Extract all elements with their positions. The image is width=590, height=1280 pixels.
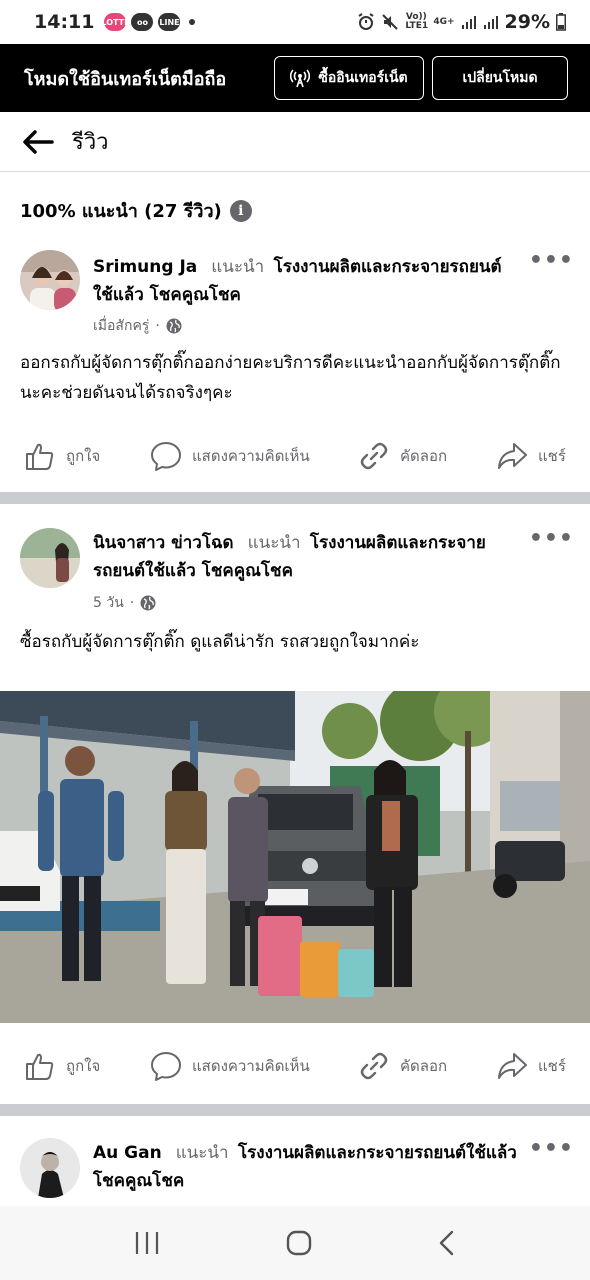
page-header: รีวิว (0, 112, 590, 172)
speech-bubble-icon (151, 1052, 181, 1081)
network-type-indicator: 4G+ (433, 16, 455, 27)
more-options-button[interactable]: ••• (529, 248, 574, 273)
globe-icon (140, 595, 156, 611)
meta-separator: · (155, 318, 160, 334)
battery-icon (556, 13, 566, 31)
author-name[interactable]: Au Gan (93, 1143, 162, 1163)
recommends-label: แนะนำ (211, 257, 265, 277)
share-button[interactable]: แชร์ (496, 440, 566, 472)
voicemail-icon: oo (131, 13, 154, 31)
switch-mode-button[interactable]: เปลี่ยนโหมด (432, 56, 568, 100)
line-app-icon: LINE (158, 13, 181, 31)
buy-internet-label: ซื้ออินเทอร์เน็ต (318, 69, 408, 85)
post-separator (0, 1104, 590, 1116)
more-notifications-dot (189, 19, 196, 25)
page-title: รีวิว (72, 130, 109, 155)
broadcast-icon (290, 69, 311, 88)
system-status: Vo)) LTE1 4G+ 29% (357, 11, 566, 33)
like-button[interactable]: ถูกใจ (24, 440, 100, 472)
chevron-left-icon[interactable] (436, 1229, 458, 1257)
meta-separator: · (129, 595, 135, 611)
more-options-button[interactable]: ••• (529, 1136, 574, 1161)
home-icon[interactable] (285, 1229, 313, 1257)
battery-percent: 29% (504, 11, 550, 33)
avatar[interactable] (20, 1138, 80, 1198)
volte-indicator: Vo)) LTE1 (405, 12, 429, 31)
post-header: นินจาสาว ข่าวโฉด แนะนำ โรงงานผลิตและกระจา… (93, 529, 520, 585)
mute-icon (382, 14, 399, 30)
author-name[interactable]: นินจาสาว ข่าวโฉด (93, 533, 234, 553)
post-header: Srimung Ja แนะนำ โรงงานผลิตและกระจายรถยนต… (93, 253, 520, 309)
recommends-label: แนะนำ (247, 533, 301, 553)
avatar-photo (20, 250, 80, 310)
post-time[interactable]: 5 วัน (93, 592, 124, 614)
share-button[interactable]: แชร์ (496, 1050, 566, 1082)
copy-label: คัดลอก (400, 447, 448, 465)
post-actions: ถูกใจ แสดงความคิดเห็น คัดลอก แชร์ (0, 1041, 590, 1091)
avatar-photo (20, 1138, 80, 1198)
post-header: Au Gan แนะนำ โรงงานผลิตและกระจายรถยนต์ใช้… (93, 1139, 520, 1195)
speech-bubble-icon (151, 442, 181, 471)
status-time: 14:11 (34, 11, 95, 33)
post-text: ออกรถกับผู้จัดการตุ๊กติ๊กออกง่ายคะบริการ… (20, 353, 561, 403)
comment-button[interactable]: แสดงความคิดเห็น (150, 1050, 310, 1082)
like-button[interactable]: ถูกใจ (24, 1050, 100, 1082)
comment-button[interactable]: แสดงความคิดเห็น (150, 440, 310, 472)
globe-icon (166, 318, 182, 334)
share-label: แชร์ (538, 447, 566, 465)
review-post: Srimung Ja แนะนำ โรงงานผลิตและกระจายรถยนต… (0, 240, 590, 492)
copy-link-button[interactable]: คัดลอก (358, 440, 447, 472)
like-label: ถูกใจ (66, 1057, 101, 1075)
recommends-label: แนะนำ (175, 1143, 229, 1163)
copy-link-button[interactable]: คัดลอก (358, 1050, 447, 1082)
share-arrow-icon (498, 1053, 527, 1079)
buy-internet-button[interactable]: ซื้ออินเทอร์เน็ต (274, 56, 424, 100)
avatar[interactable] (20, 528, 80, 588)
more-options-button[interactable]: ••• (529, 526, 574, 551)
link-icon (360, 1052, 388, 1080)
post-separator (0, 492, 590, 504)
mobile-data-banner: โหมดใช้อินเทอร์เน็ตมือถือ ซื้ออินเทอร์เน… (0, 44, 590, 112)
signal-icon (461, 16, 476, 29)
comment-label: แสดงความคิดเห็น (192, 1057, 310, 1075)
info-icon[interactable]: i (229, 199, 252, 222)
arrow-left-icon (23, 129, 54, 154)
signal-icon-2 (483, 16, 498, 29)
status-bar: 14:11 LOTTE oo LINE Vo)) LTE1 4G+ 29% (0, 0, 590, 44)
thumbs-up-icon (26, 443, 54, 470)
recommendation-summary: 100% แนะนำ (27 รีวิว) i (20, 196, 252, 225)
link-icon (360, 442, 388, 470)
system-nav-bar (0, 1206, 590, 1280)
post-text: ซื้อรถกับผู้จัดการตุ๊กติ๊ก ดูแลดีน่ารัก … (20, 632, 420, 652)
post-meta: เมื่อสักครู่ · (93, 315, 182, 337)
post-actions: ถูกใจ แสดงความคิดเห็น คัดลอก แชร์ (0, 431, 590, 481)
alarm-icon (358, 13, 374, 30)
lotte-app-icon: LOTTE (101, 13, 130, 31)
share-arrow-icon (498, 443, 527, 469)
thumbs-up-icon (26, 1053, 54, 1080)
comment-label: แสดงความคิดเห็น (192, 447, 310, 465)
post-time[interactable]: เมื่อสักครู่ (93, 315, 149, 337)
share-label: แชร์ (538, 1057, 566, 1075)
review-post: Au Gan แนะนำ โรงงานผลิตและกระจายรถยนต์ใช้… (0, 1116, 590, 1206)
notification-icons: LOTTE oo LINE (101, 13, 196, 31)
post-meta: 5 วัน · (93, 592, 156, 614)
summary-text: 100% แนะนำ (27 รีวิว) (20, 201, 222, 222)
post-photo[interactable] (0, 691, 590, 1023)
avatar[interactable] (20, 250, 80, 310)
photo-image (0, 691, 590, 1023)
avatar-photo (20, 528, 80, 588)
back-button[interactable] (20, 124, 56, 160)
banner-title: โหมดใช้อินเทอร์เน็ตมือถือ (24, 68, 227, 90)
author-name[interactable]: Srimung Ja (93, 257, 197, 277)
recents-icon[interactable] (132, 1230, 162, 1256)
like-label: ถูกใจ (66, 447, 101, 465)
copy-label: คัดลอก (400, 1057, 448, 1075)
